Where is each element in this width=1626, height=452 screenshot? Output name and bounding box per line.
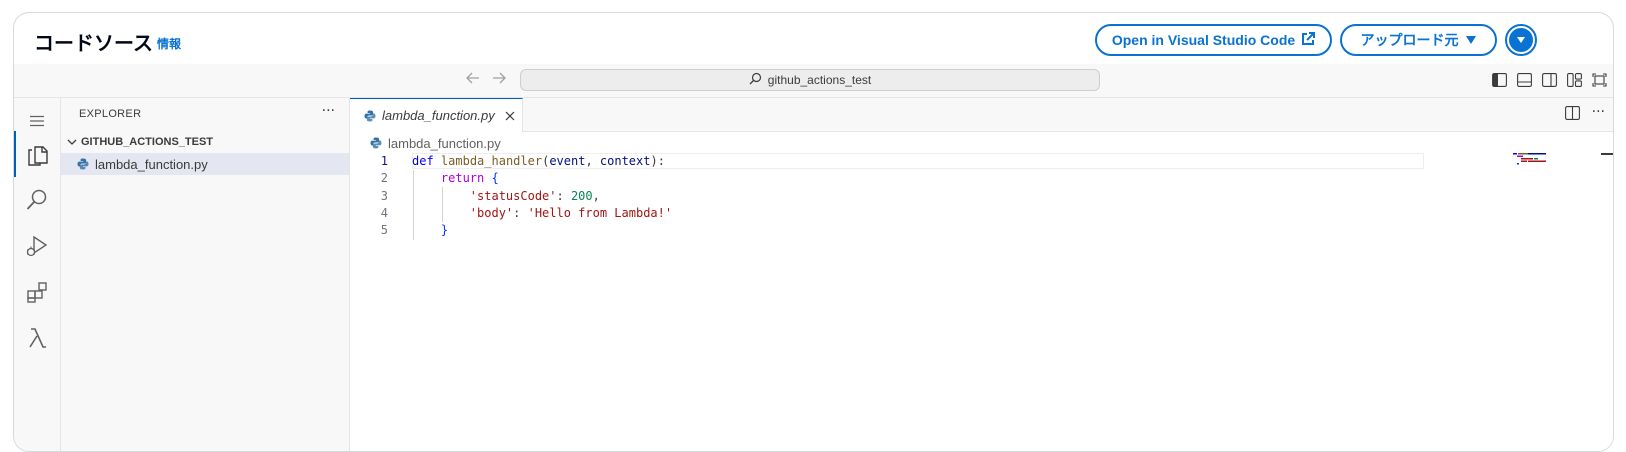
close-icon[interactable] (505, 111, 515, 121)
code-text: } (440, 223, 449, 238)
split-editor-icon[interactable] (1564, 106, 1580, 124)
line-number: 5 (380, 223, 388, 238)
back-arrow-icon[interactable] (466, 71, 480, 89)
page-title: コードソース (34, 31, 153, 55)
activity-bar (14, 98, 61, 451)
tab-lambda-function[interactable]: lambda_function.py (350, 98, 523, 132)
toggle-secondary-sidebar-icon[interactable] (1541, 72, 1557, 88)
file-item[interactable]: lambda_function.py (61, 153, 349, 175)
layout-controls (1491, 72, 1607, 88)
more-actions-button[interactable] (1505, 24, 1537, 56)
extensions-icon[interactable] (14, 269, 60, 315)
files-icon[interactable] (14, 131, 60, 177)
tab-label: lambda_function.py (382, 108, 495, 123)
command-center-search[interactable]: github_actions_test (520, 69, 1100, 91)
code-line: 1 def lambda_handler(event, context): (350, 153, 1613, 170)
forward-arrow-icon[interactable] (492, 71, 506, 89)
python-file-icon (370, 137, 382, 149)
breadcrumb[interactable]: lambda_function.py (370, 135, 501, 151)
file-name: lambda_function.py (95, 156, 208, 172)
minimap[interactable] (1513, 152, 1553, 172)
open-in-vscode-button[interactable]: Open in Visual Studio Code (1095, 24, 1332, 56)
line-number: 1 (380, 154, 388, 168)
caret-down-icon (1465, 32, 1477, 48)
upload-from-button[interactable]: アップロード元 (1340, 24, 1497, 56)
code-text: 'statusCode': 200, (469, 188, 600, 203)
toggle-panel-icon[interactable] (1516, 72, 1532, 88)
editor-actions: ··· (1564, 105, 1605, 124)
line-number: 2 (380, 171, 388, 186)
panel-header: コードソース 情報 Open in Visual Studio Code アップ… (14, 13, 1613, 65)
code-text: 'body': 'Hello from Lambda!' (469, 205, 673, 220)
open-in-vscode-label: Open in Visual Studio Code (1111, 32, 1296, 48)
run-debug-icon[interactable] (14, 223, 60, 269)
explorer-sidebar: EXPLORER ··· GITHUB_ACTIONS_TEST lambda_… (61, 98, 350, 451)
customize-layout-icon[interactable] (1566, 72, 1582, 88)
more-actions-icon[interactable]: ··· (1592, 105, 1605, 124)
code-line: 5 } (350, 222, 1613, 239)
python-file-icon (77, 158, 89, 170)
breadcrumb-file: lambda_function.py (388, 135, 501, 151)
editor-area: lambda_function.py ··· lambda_function.p… (350, 98, 1613, 451)
fullscreen-icon[interactable] (1591, 72, 1607, 88)
more-actions-icon[interactable]: ··· (322, 103, 335, 119)
caret-down-icon (1509, 28, 1533, 52)
line-number: 4 (380, 205, 388, 220)
command-center-text: github_actions_test (767, 73, 872, 87)
toggle-primary-sidebar-icon[interactable] (1491, 72, 1507, 88)
python-file-icon (364, 110, 376, 122)
code-line: 3 'statusCode': 200, (350, 188, 1613, 205)
chevron-down-icon (63, 138, 81, 146)
editor-tabs: lambda_function.py ··· (350, 98, 1613, 132)
scrollbar-marker (1601, 153, 1613, 155)
code-text: return { (440, 171, 499, 186)
code-source-panel: コードソース 情報 Open in Visual Studio Code アップ… (13, 12, 1614, 452)
explorer-title: EXPLORER (79, 108, 142, 120)
info-link[interactable]: 情報 (157, 35, 181, 52)
code-editor[interactable]: 1 def lambda_handler(event, context): 2 … (350, 153, 1613, 240)
folder-row[interactable]: GITHUB_ACTIONS_TEST (61, 132, 349, 152)
folder-name: GITHUB_ACTIONS_TEST (81, 136, 214, 148)
code-line: 2 return { (350, 170, 1613, 187)
line-number: 3 (380, 188, 388, 203)
lambda-icon[interactable] (14, 315, 60, 361)
vscode-titlebar: github_actions_test (14, 64, 1613, 98)
code-text: def lambda_handler(event, context): (412, 154, 665, 168)
search-icon (749, 72, 762, 88)
code-line: 4 'body': 'Hello from Lambda!' (350, 205, 1613, 222)
external-link-icon (1301, 31, 1316, 49)
upload-from-label: アップロード元 (1360, 32, 1459, 48)
search-icon[interactable] (14, 177, 60, 223)
